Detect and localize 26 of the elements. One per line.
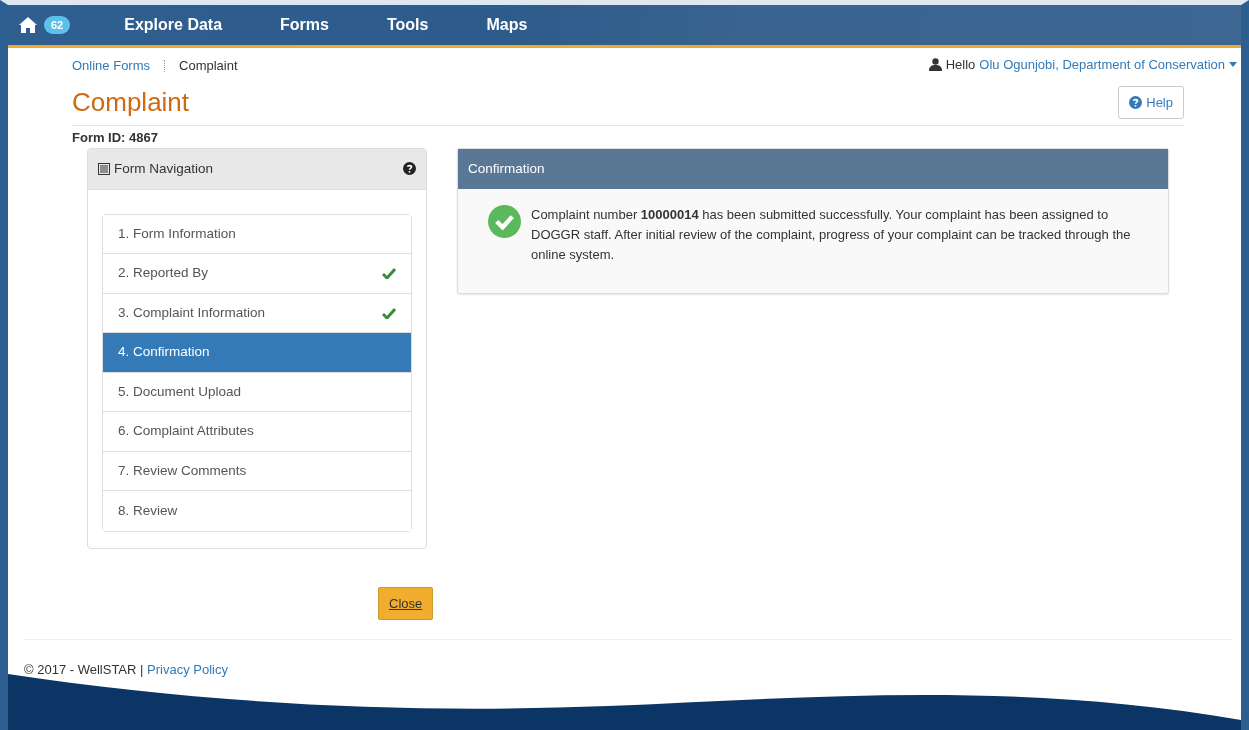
user-menu-link[interactable]: Olu Ogunjobi, Department of Conservation (979, 55, 1225, 75)
panel-title: Confirmation (458, 148, 1168, 189)
privacy-policy-link[interactable]: Privacy Policy (147, 662, 228, 678)
greeting-text: Hello (945, 56, 976, 74)
close-button[interactable]: Close (378, 586, 434, 621)
home-icon[interactable] (18, 16, 38, 34)
page-title: Complaint (72, 86, 190, 118)
nav-link[interactable]: Maps (457, 13, 557, 37)
breadcrumb-link[interactable]: Online Forms (72, 56, 151, 76)
user-icon (928, 58, 942, 72)
help-button[interactable]: Help (1118, 85, 1184, 119)
form-id: Form ID: 4867 (72, 129, 159, 147)
caret-icon[interactable] (1229, 62, 1237, 68)
nav-link[interactable]: Explore Data (95, 13, 252, 37)
question-icon (1129, 95, 1143, 109)
list-icon (98, 162, 110, 175)
nav-link[interactable]: Tools (357, 13, 458, 37)
confirmation-message: Complaint number 10000014 has been submitted successfully. Your complaint has been assigned to DOGGR staff. After initial review of the complaint, progress of your complaint can be tracked through the online system. (531, 205, 1132, 264)
success-icon (488, 204, 521, 238)
panel-title: Form Navigation (114, 159, 214, 178)
nav-step[interactable]: 4. Confirmation (103, 333, 411, 373)
nav-step[interactable]: 1. Form Information (103, 214, 411, 255)
footer-text: © 2017 - WellSTAR | (24, 662, 144, 678)
question-icon[interactable] (403, 162, 416, 176)
nav-link[interactable]: Forms (251, 13, 358, 37)
breadcrumb-current: Complaint (179, 57, 238, 75)
